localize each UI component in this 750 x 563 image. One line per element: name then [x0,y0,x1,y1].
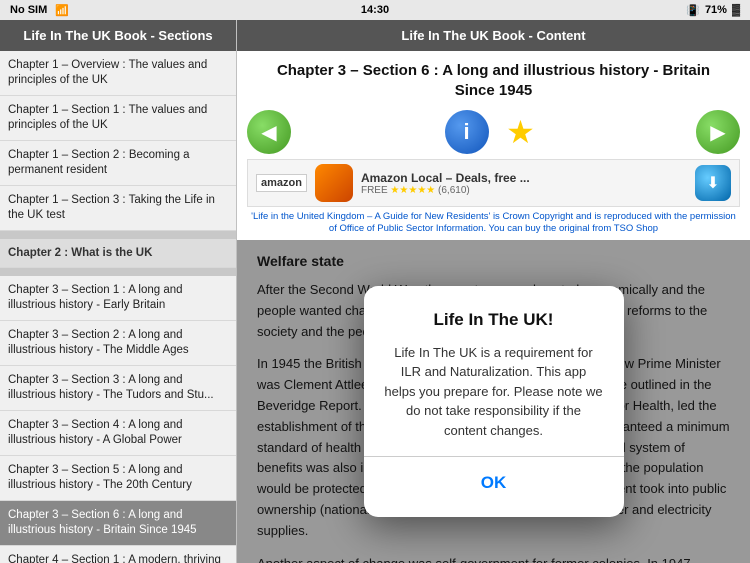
ad-title: Amazon Local – Deals, free ... [361,171,687,185]
sidebar-item-ch3-s2[interactable]: Chapter 3 – Section 2 : A long and illus… [0,321,236,366]
ad-app-icon [315,164,353,202]
ad-download-button[interactable]: ⬇ [695,165,731,201]
sidebar-item-ch3-s1[interactable]: Chapter 3 – Section 1 : A long and illus… [0,276,236,321]
download-icon: ⬇ [706,173,719,193]
content-header: Life In The UK Book - Content [237,20,750,51]
nav-icons: i ★ [445,110,543,154]
back-button[interactable]: ◀ [247,110,291,154]
ad-stars: ★★★★★ [390,185,435,196]
ad-text: Amazon Local – Deals, free ... FREE ★★★★… [361,171,687,196]
ad-banner[interactable]: amazon Amazon Local – Deals, free ... FR… [247,159,740,207]
modal-title: Life In The UK! [384,306,604,333]
sidebar-item-ch1-s1[interactable]: Chapter 1 – Section 1 : The values and p… [0,96,236,141]
modal-overlay: Life In The UK! Life In The UK is a requ… [237,240,750,563]
modal-ok-button[interactable]: OK [384,469,604,497]
wifi-icon: 📶 [55,4,69,17]
sidebar-item-ch3-s3[interactable]: Chapter 3 – Section 3 : A long and illus… [0,366,236,411]
sidebar-divider-2 [0,268,236,276]
battery-icon: ▓ [732,4,740,16]
time-label: 14:30 [361,4,389,16]
modal-dialog: Life In The UK! Life In The UK is a requ… [364,286,624,518]
sidebar-item-ch3-s4[interactable]: Chapter 3 – Section 4 : A long and illus… [0,411,236,456]
forward-button[interactable]: ▶ [696,110,740,154]
info-button[interactable]: i [445,110,489,154]
main-layout: Life In The UK Book - Sections Chapter 1… [0,20,750,563]
content-area: Life In The UK Book - Content Chapter 3 … [237,20,750,563]
sidebar-item-ch2[interactable]: Chapter 2 : What is the UK [0,239,236,269]
amazon-logo: amazon [256,174,307,192]
sidebar-header: Life In The UK Book - Sections [0,20,236,51]
ad-free-label: FREE [361,185,388,196]
sidebar-item-ch1-overview[interactable]: Chapter 1 – Overview : The values and pr… [0,51,236,96]
ad-rating-count: (6,610) [438,185,470,196]
status-bar: No SIM 📶 14:30 📳 71% ▓ [0,0,750,20]
content-title: Chapter 3 – Section 6 : A long and illus… [237,51,750,105]
bluetooth-icon: 📳 [686,4,700,17]
sidebar-divider-1 [0,231,236,239]
sidebar: Life In The UK Book - Sections Chapter 1… [0,20,237,563]
star-icon: ★ [506,113,535,151]
modal-divider [364,456,624,457]
content-body: Welfare state After the Second World War… [237,240,750,563]
sidebar-item-ch3-s5[interactable]: Chapter 3 – Section 5 : A long and illus… [0,456,236,501]
sidebar-item-ch1-s2[interactable]: Chapter 1 – Section 2 : Becoming a perma… [0,141,236,186]
copyright-notice: 'Life in the United Kingdom – A Guide fo… [237,207,750,240]
bookmark-button[interactable]: ★ [499,110,543,154]
battery-label: 71% [705,4,727,16]
ad-subtitle: FREE ★★★★★ (6,610) [361,185,687,196]
sidebar-item-ch3-s6[interactable]: Chapter 3 – Section 6 : A long and illus… [0,501,236,546]
carrier-label: No SIM [10,4,47,16]
nav-bar: ◀ i ★ ▶ [237,105,750,159]
info-icon: i [463,119,469,145]
modal-message: Life In The UK is a requirement for ILR … [384,343,604,441]
sidebar-item-ch1-s3[interactable]: Chapter 1 – Section 3 : Taking the Life … [0,186,236,231]
sidebar-item-ch4-s1[interactable]: Chapter 4 – Section 1 : A modern, thrivi… [0,546,236,563]
